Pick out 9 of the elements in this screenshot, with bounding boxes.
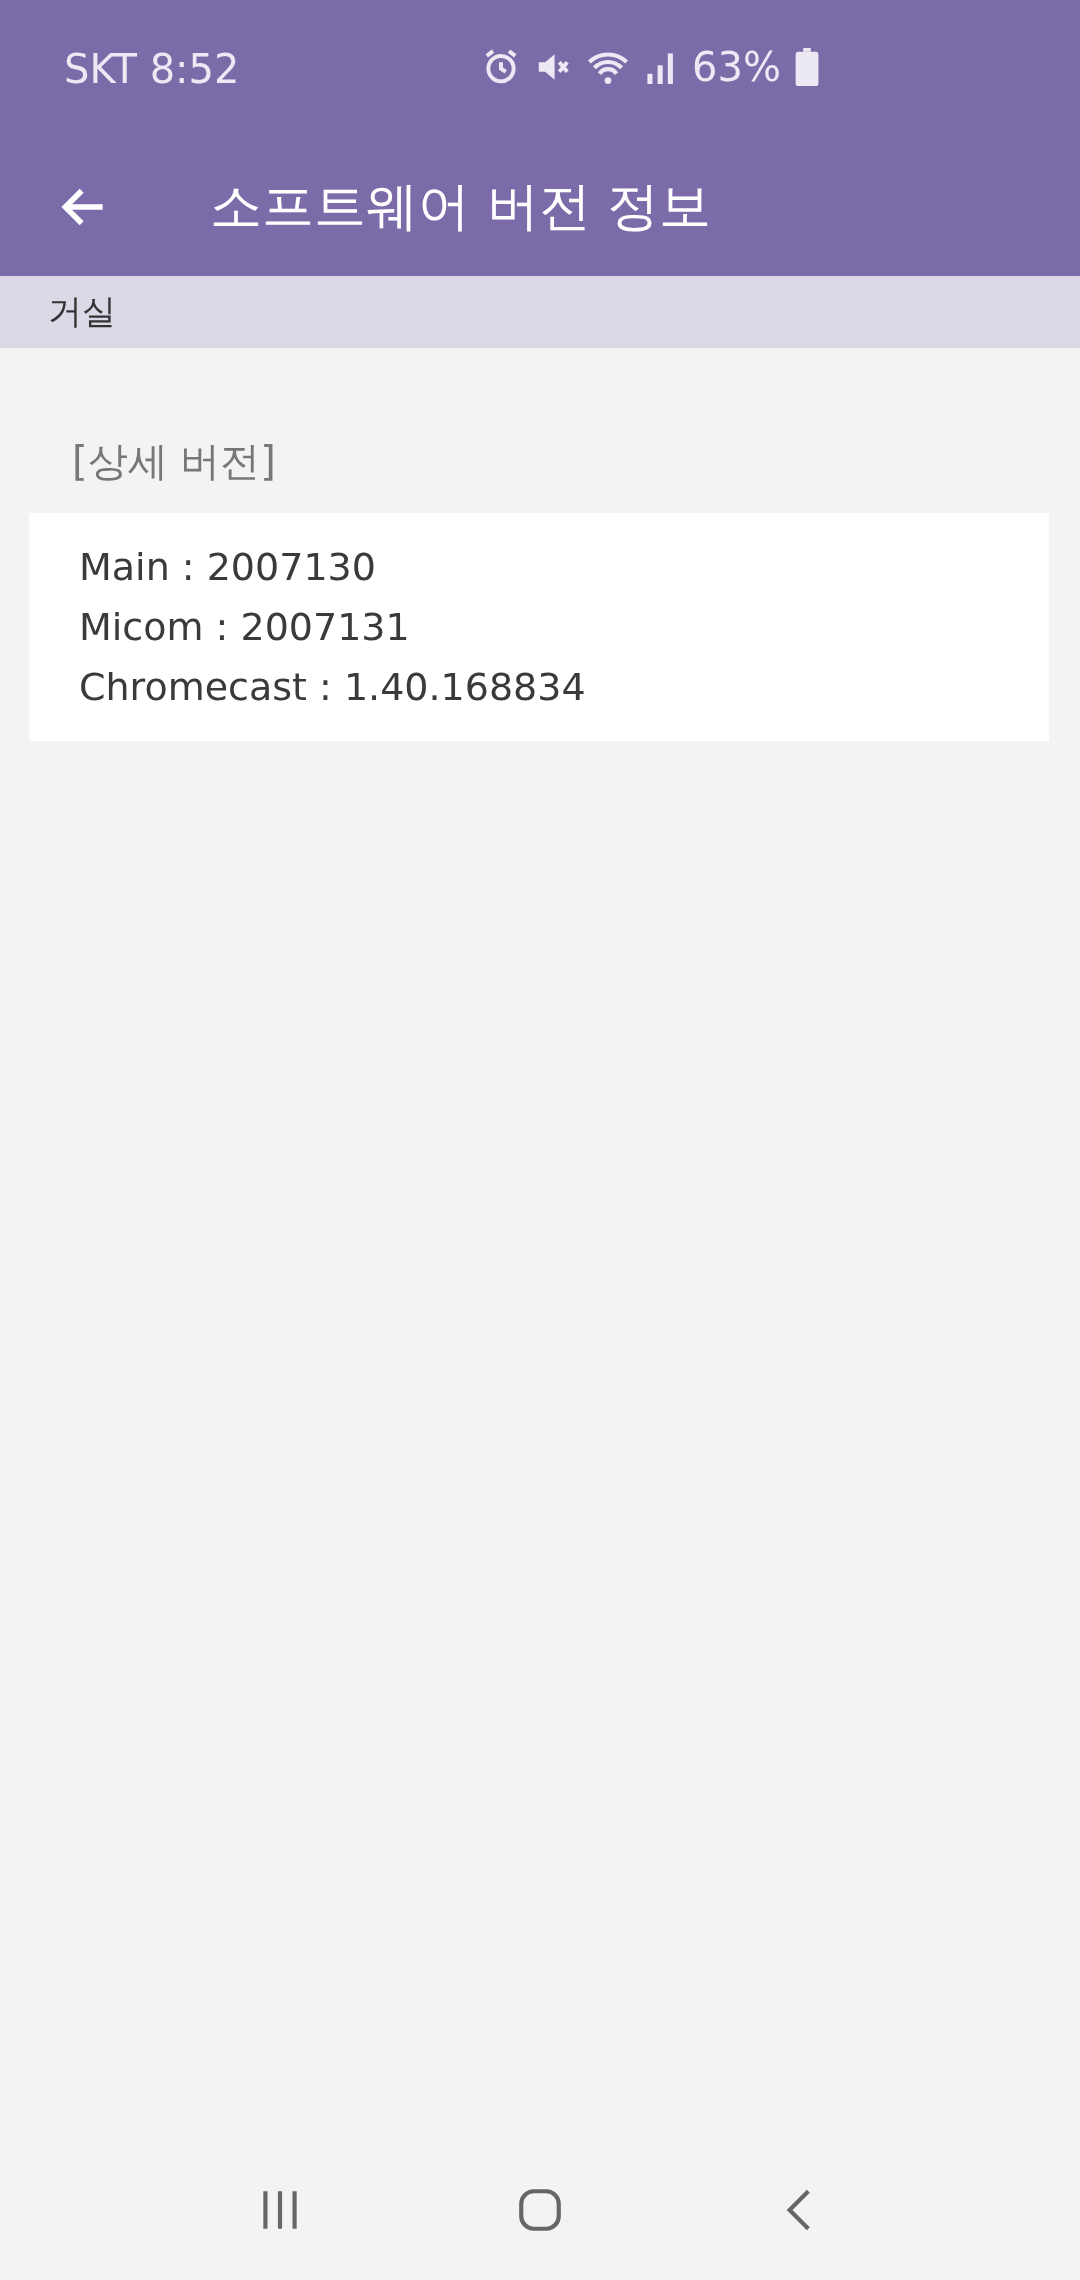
version-line: Main : 2007130 — [79, 544, 376, 591]
battery-percent: 63% — [692, 44, 781, 90]
section-title: [상세 버전] — [72, 437, 276, 486]
version-line: Chromecast : 1.40.168834 — [79, 664, 586, 711]
battery-icon — [794, 48, 819, 86]
version-line: Micom : 2007131 — [79, 604, 410, 651]
room-label: 거실 — [48, 290, 116, 333]
screen-title: 소프트웨어 버전 정보 — [210, 175, 712, 238]
status-time: SKT 8:52 — [64, 46, 240, 92]
